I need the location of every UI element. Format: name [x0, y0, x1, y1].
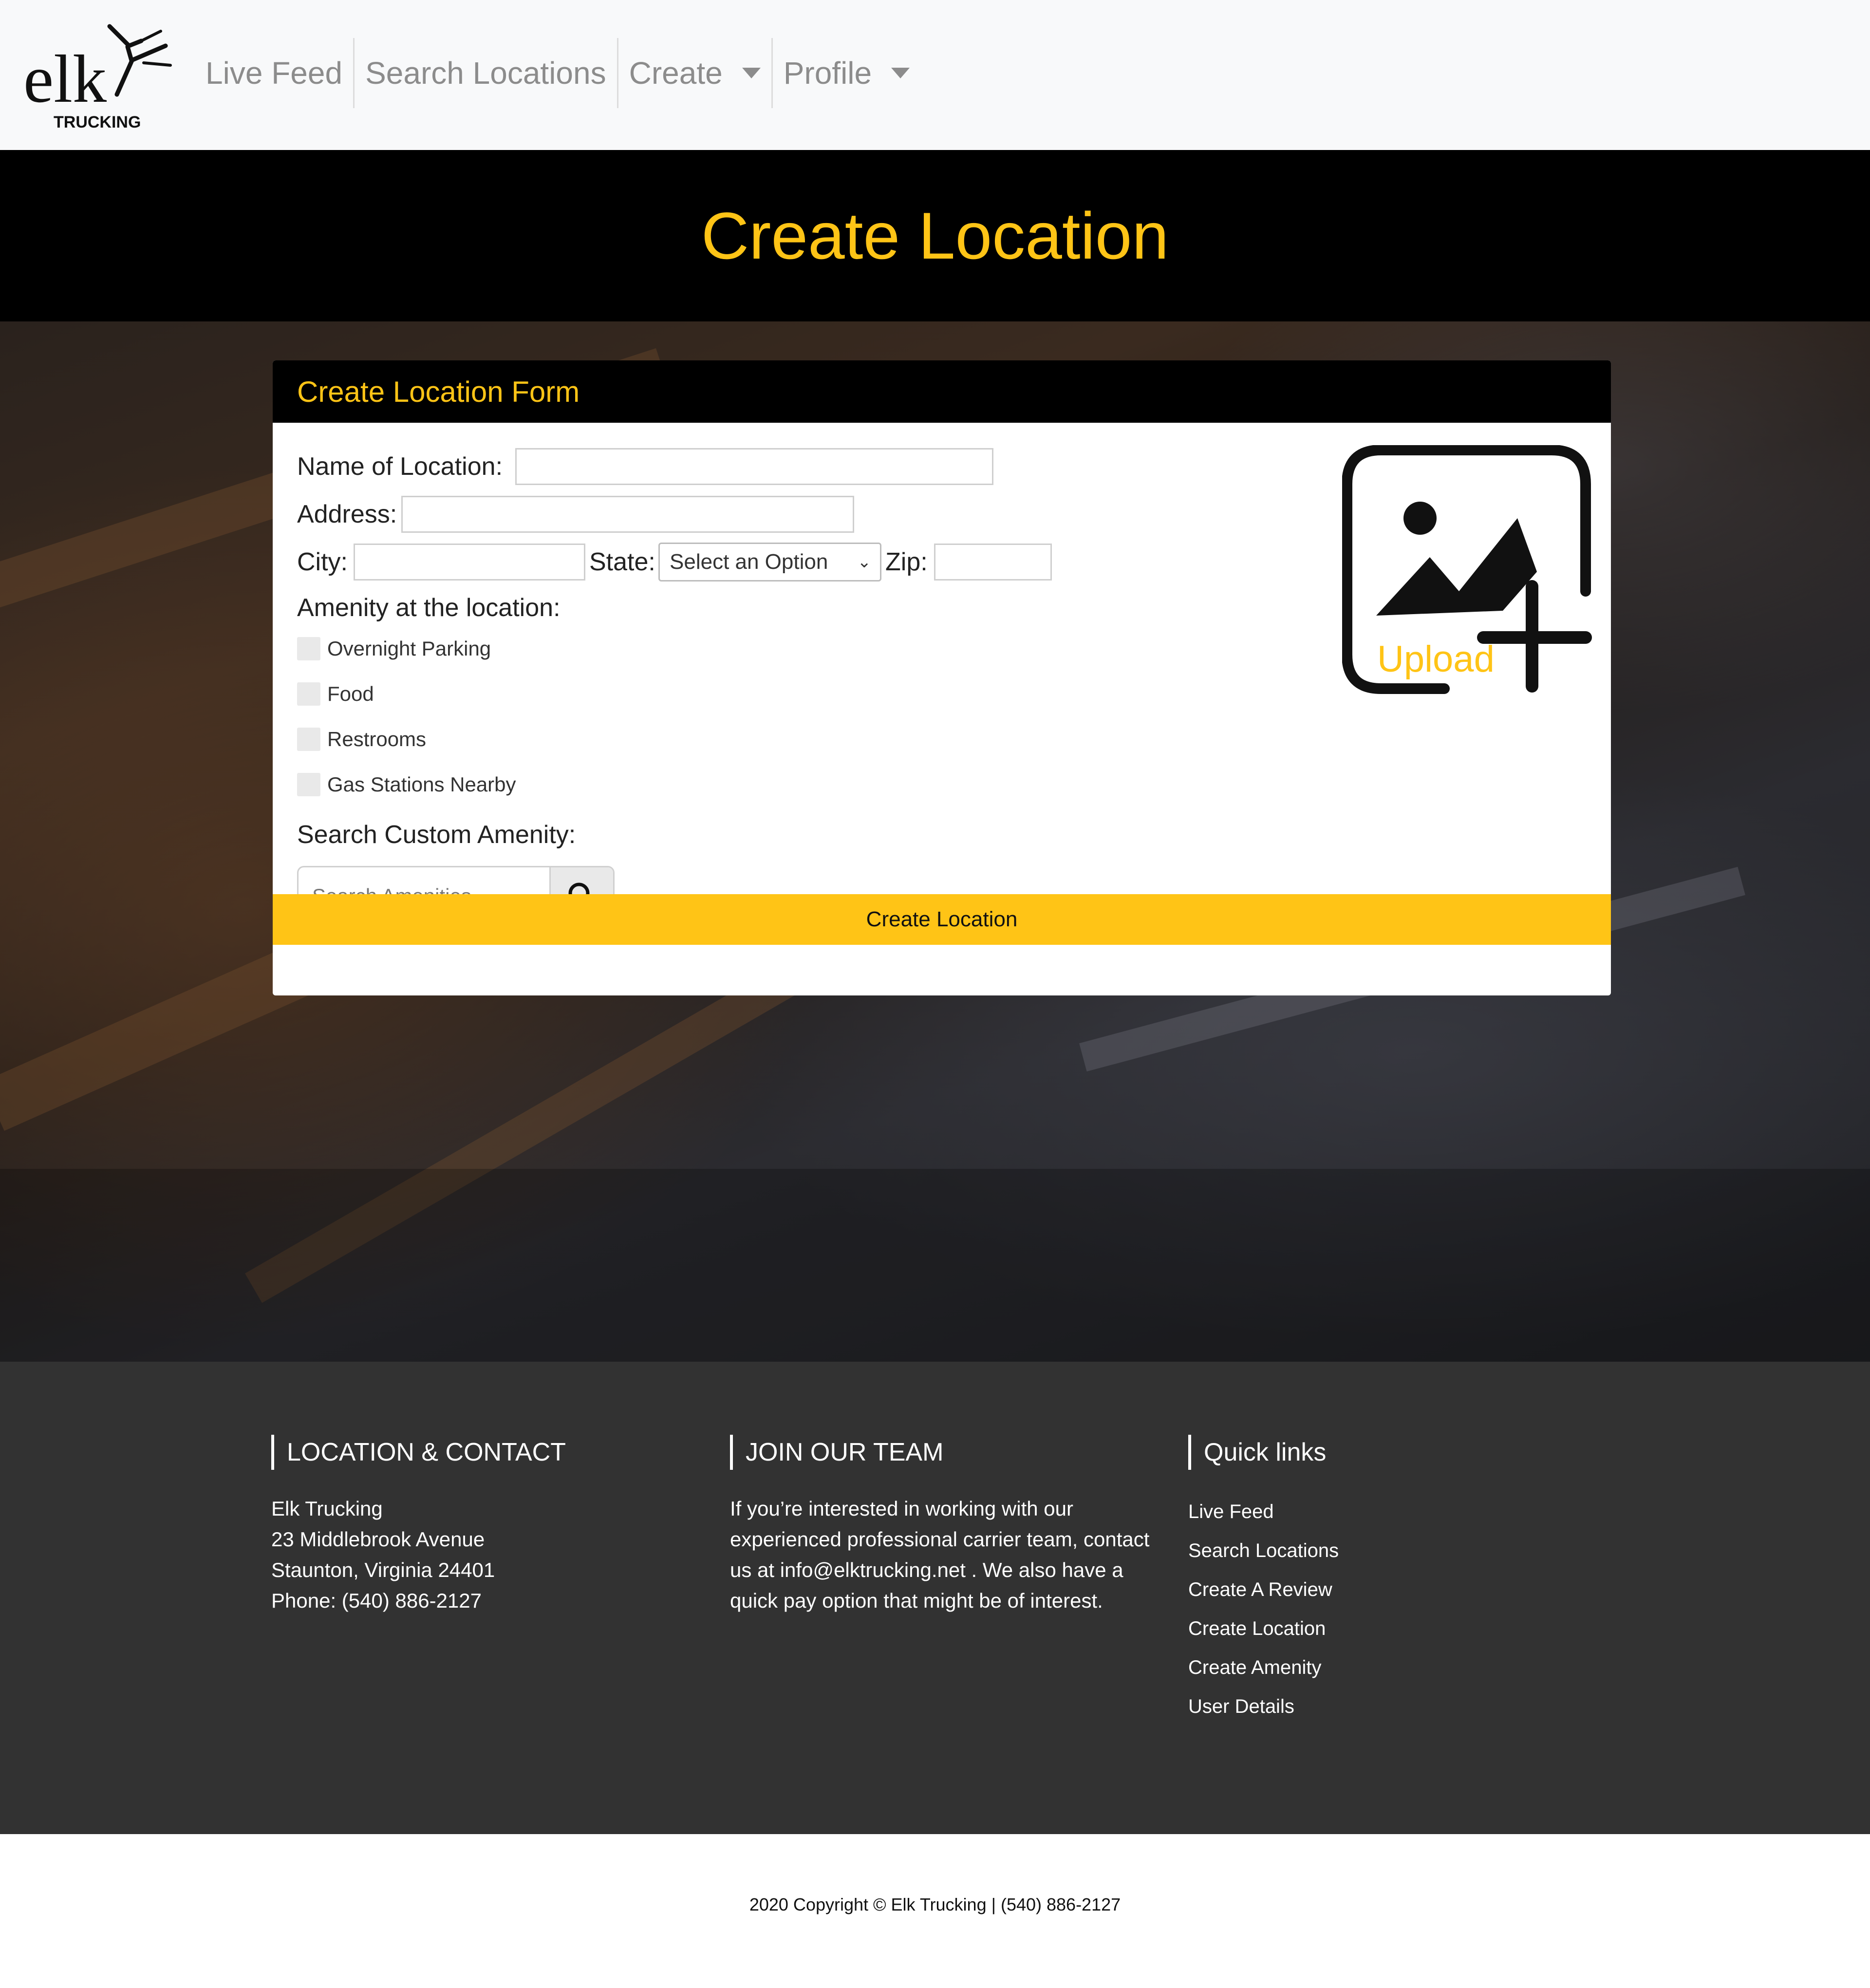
- contact-line: Staunton, Virginia 24401: [271, 1558, 495, 1581]
- footer-link-live-feed[interactable]: Live Feed: [1188, 1492, 1617, 1531]
- amenity-food[interactable]: Food: [297, 682, 374, 706]
- copyright-bar: 2020 Copyright © Elk Trucking | (540) 88…: [0, 1834, 1870, 1988]
- caret-down-icon: [891, 68, 910, 78]
- copyright-text: 2020 Copyright © Elk Trucking | (540) 88…: [749, 1894, 1121, 1914]
- city-label: City:: [297, 548, 348, 576]
- amenity-label: Amenity at the location:: [297, 594, 561, 622]
- form-body: Name of Location: Address: City: State: …: [273, 423, 1611, 945]
- footer-team-heading: JOIN OUR TEAM: [730, 1435, 1159, 1470]
- footer-link-user-details[interactable]: User Details: [1188, 1687, 1617, 1726]
- city-input[interactable]: [354, 544, 585, 581]
- contact-line: Elk Trucking: [271, 1497, 383, 1520]
- hero-banner: Create Location: [0, 150, 1870, 321]
- top-navbar: elk TRUCKING Live Feed Search Locations …: [0, 0, 1870, 150]
- footer-link-search-locations[interactable]: Search Locations: [1188, 1531, 1617, 1570]
- checkbox[interactable]: [297, 728, 320, 751]
- contact-line: 23 Middlebrook Avenue: [271, 1528, 485, 1551]
- chevron-down-icon: ⌄: [857, 553, 872, 571]
- footer-links-heading: Quick links: [1188, 1435, 1617, 1470]
- name-label: Name of Location:: [297, 452, 503, 481]
- zip-label: Zip:: [885, 548, 928, 576]
- elk-trucking-logo[interactable]: elk TRUCKING: [19, 17, 180, 133]
- amenity-gas-stations[interactable]: Gas Stations Nearby: [297, 773, 516, 796]
- checkbox[interactable]: [297, 773, 320, 796]
- footer-link-create-review[interactable]: Create A Review: [1188, 1570, 1617, 1609]
- name-input[interactable]: [515, 448, 993, 485]
- create-location-button[interactable]: Create Location: [273, 894, 1611, 945]
- footer-contact-text: Elk Trucking 23 Middlebrook Avenue Staun…: [271, 1493, 700, 1616]
- page-title: Create Location: [701, 199, 1169, 273]
- amenity-label-text: Overnight Parking: [327, 637, 491, 660]
- form-title: Create Location Form: [297, 375, 580, 408]
- custom-amenity-label: Search Custom Amenity:: [297, 821, 576, 849]
- amenity-label-text: Food: [327, 682, 374, 705]
- nav-profile-dropdown[interactable]: Profile: [773, 38, 920, 108]
- nav-create-label: Create: [629, 56, 723, 91]
- nav-search-locations-label: Search Locations: [365, 56, 606, 91]
- checkbox[interactable]: [297, 682, 320, 706]
- nav-live-feed-label: Live Feed: [206, 56, 343, 91]
- zip-input[interactable]: [934, 544, 1052, 581]
- footer-contact: LOCATION & CONTACT Elk Trucking 23 Middl…: [271, 1435, 700, 1616]
- create-location-button-label: Create Location: [866, 907, 1018, 931]
- footer-link-create-location[interactable]: Create Location: [1188, 1609, 1617, 1648]
- amenity-label-text: Restrooms: [327, 728, 427, 750]
- footer: LOCATION & CONTACT Elk Trucking 23 Middl…: [0, 1362, 1870, 1834]
- svg-text:Upload: Upload: [1377, 638, 1495, 680]
- footer-team-text: If you’re interested in working with our…: [730, 1497, 1150, 1612]
- form-header: Create Location Form: [273, 360, 1611, 423]
- caret-down-icon: [742, 68, 761, 78]
- upload-image-icon[interactable]: Upload: [1342, 445, 1595, 698]
- amenity-restrooms[interactable]: Restrooms: [297, 728, 426, 751]
- nav-live-feed[interactable]: Live Feed: [195, 38, 355, 108]
- footer-team: JOIN OUR TEAM If you’re interested in wo…: [730, 1435, 1159, 1616]
- footer-link-create-amenity[interactable]: Create Amenity: [1188, 1648, 1617, 1687]
- footer-quick-links: Quick links Live Feed Search Locations C…: [1188, 1435, 1617, 1726]
- amenity-label-text: Gas Stations Nearby: [327, 773, 516, 796]
- nav-create-dropdown[interactable]: Create: [618, 38, 773, 108]
- nav-profile-label: Profile: [783, 56, 872, 91]
- create-location-form-card: Create Location Form Name of Location: A…: [273, 360, 1611, 995]
- state-select[interactable]: Select an Option ⌄: [658, 543, 881, 581]
- state-select-value: Select an Option: [670, 550, 828, 574]
- nav-search-locations[interactable]: Search Locations: [355, 38, 618, 108]
- amenity-overnight-parking[interactable]: Overnight Parking: [297, 637, 491, 660]
- state-label: State:: [589, 548, 655, 576]
- address-input[interactable]: [401, 496, 854, 533]
- footer-contact-heading: LOCATION & CONTACT: [271, 1435, 700, 1470]
- svg-text:TRUCKING: TRUCKING: [54, 113, 141, 131]
- checkbox[interactable]: [297, 637, 320, 660]
- svg-text:elk: elk: [23, 41, 107, 117]
- address-label: Address:: [297, 500, 397, 528]
- contact-line: Phone: (540) 886-2127: [271, 1589, 482, 1612]
